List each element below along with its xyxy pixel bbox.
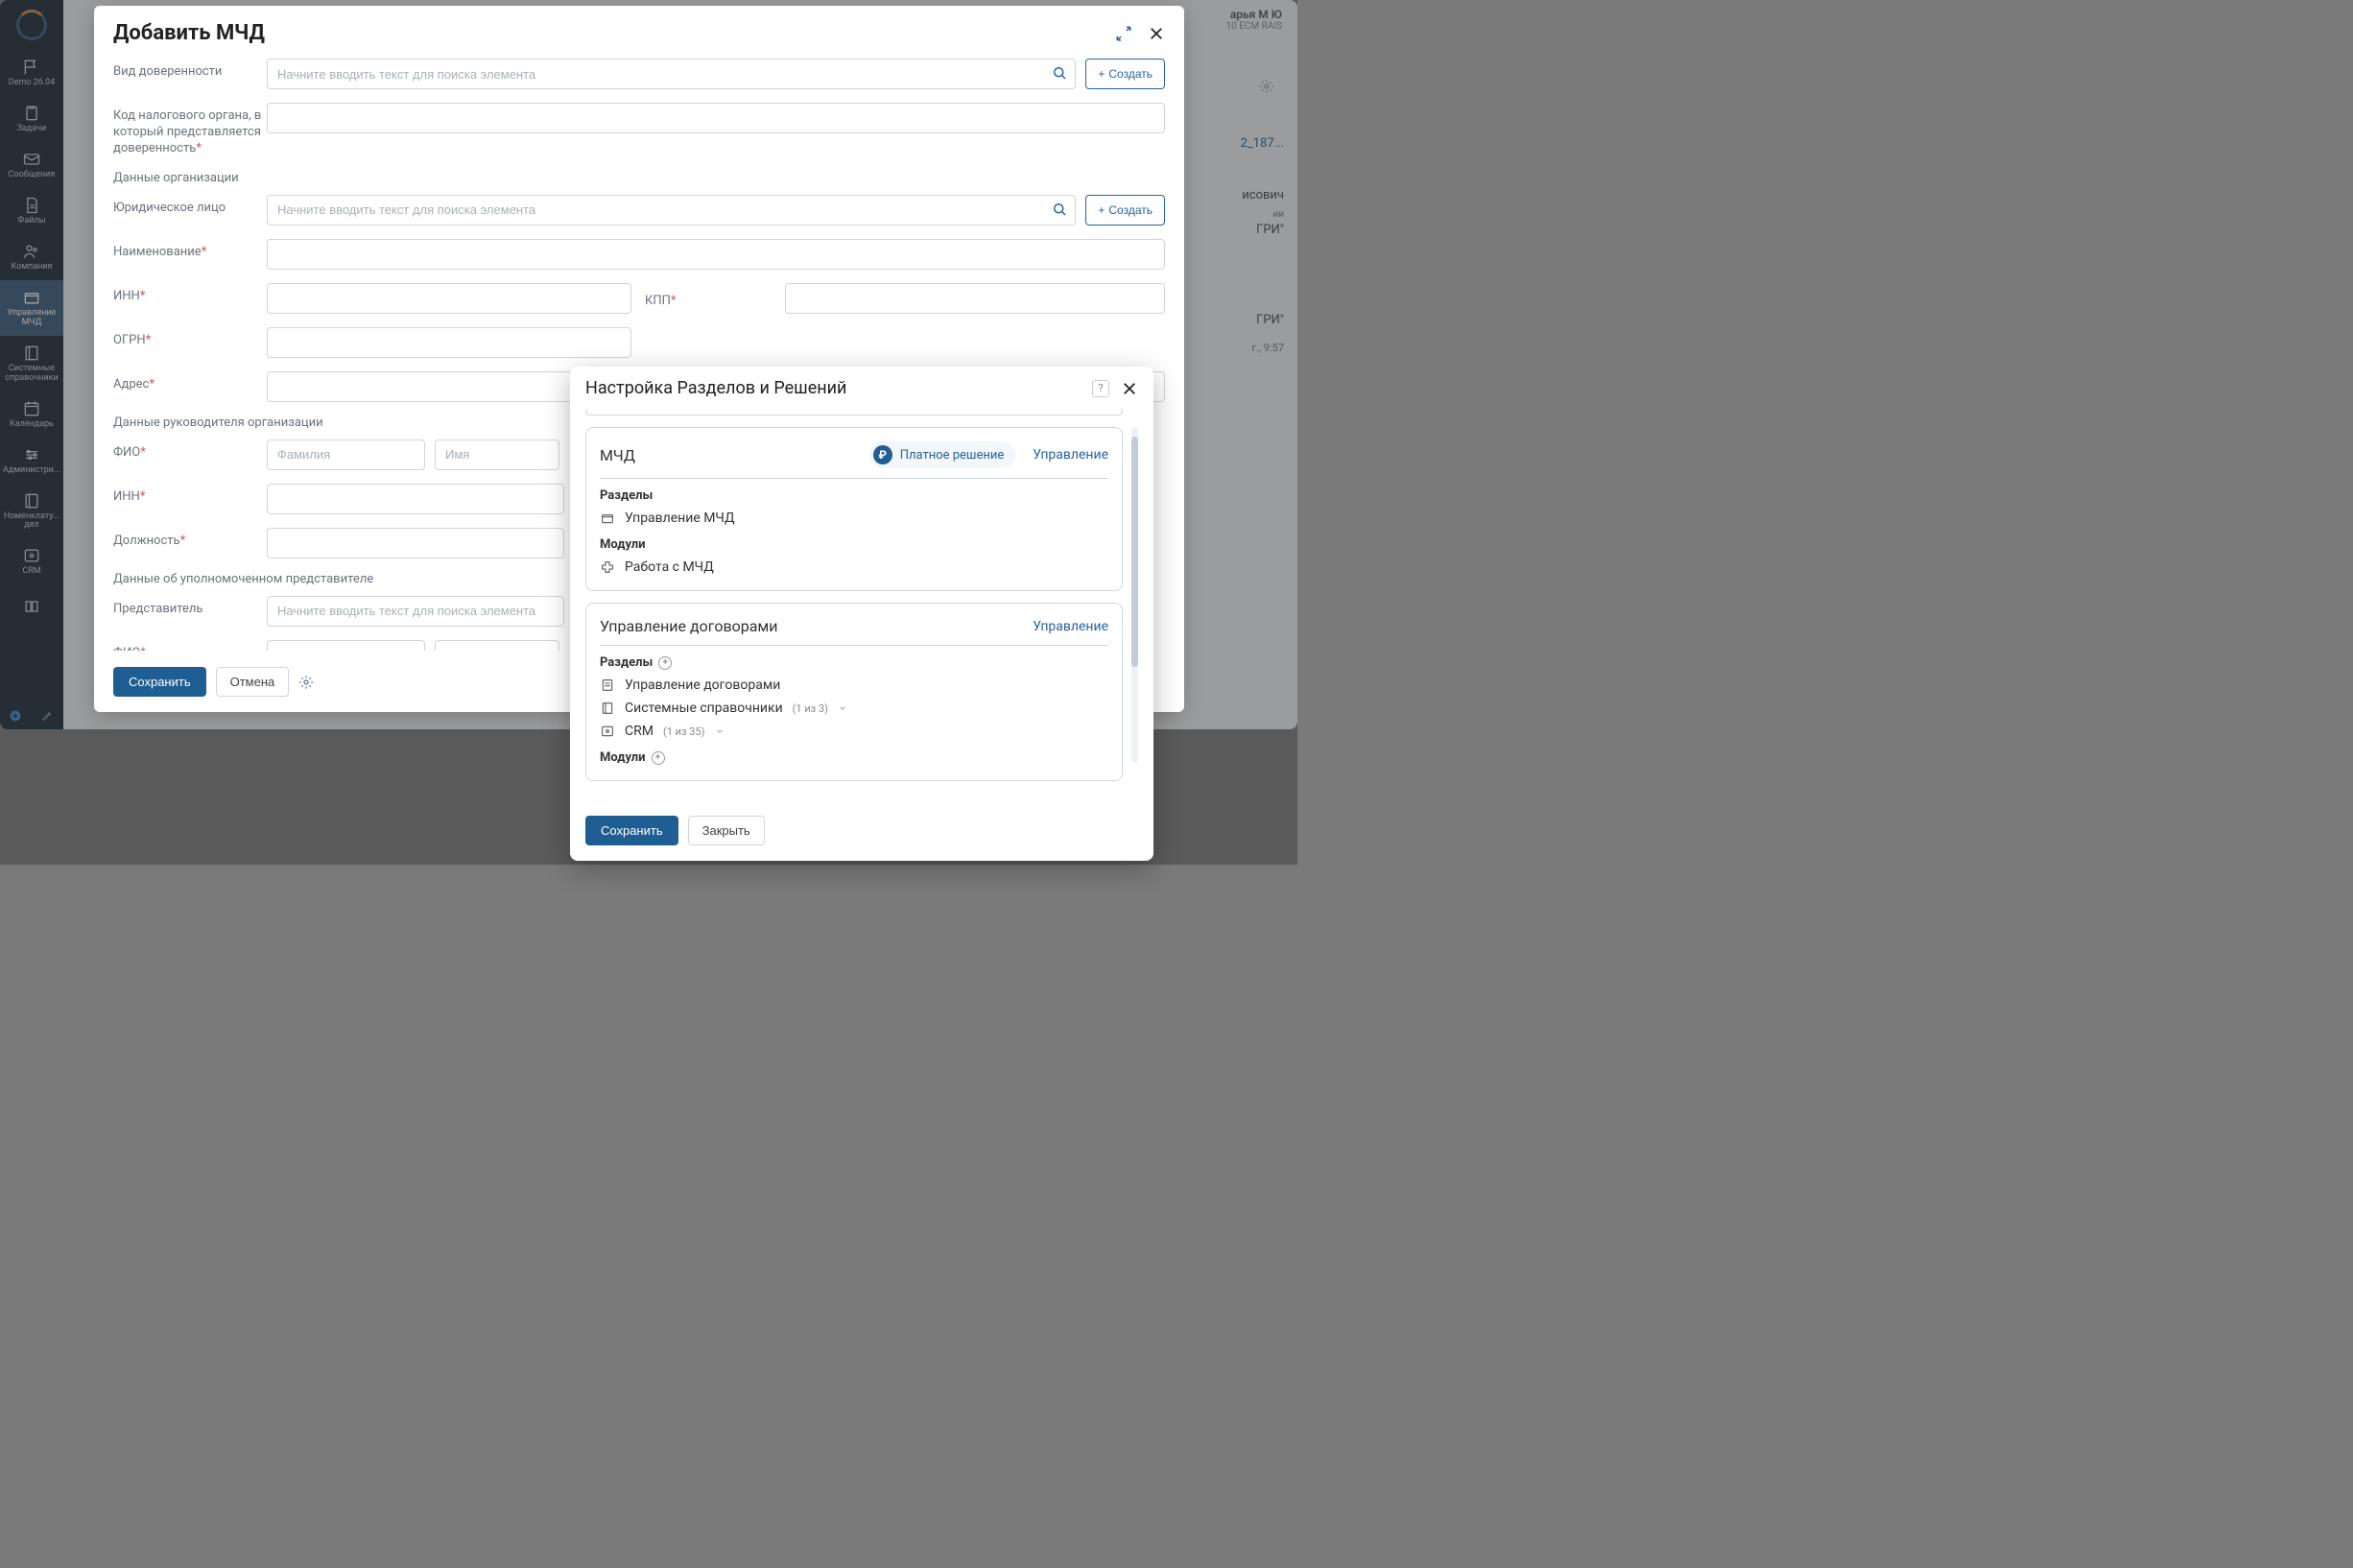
card-mchd: МЧД ₽ Платное решение Управление Разделы… xyxy=(585,427,1123,591)
section-row: Управление договорами xyxy=(600,674,1108,697)
popup-save-button[interactable]: Сохранить xyxy=(585,816,678,845)
section-org: Данные организации xyxy=(113,171,1165,185)
chevron-down-icon[interactable] xyxy=(838,703,847,713)
label-tax-code: Код налогового органа, в который предста… xyxy=(113,103,267,157)
ruble-icon: ₽ xyxy=(873,445,892,464)
search-icon[interactable] xyxy=(1051,201,1068,218)
rep-firstname-input[interactable] xyxy=(435,640,559,651)
close-icon[interactable] xyxy=(1148,25,1165,42)
manage-link[interactable]: Управление xyxy=(1033,447,1108,463)
modal-header: Добавить МЧД xyxy=(94,6,1184,55)
create-type-button[interactable]: + Создать xyxy=(1085,59,1165,89)
legal-entity-input[interactable] xyxy=(267,195,1076,226)
label-rep-fio: ФИО* xyxy=(113,640,267,651)
contract-icon xyxy=(600,677,615,693)
kpp-input[interactable] xyxy=(785,283,1165,314)
label-type: Вид доверенности xyxy=(113,59,267,81)
popup-header: Настройка Разделов и Решений ? xyxy=(570,367,1153,408)
scrollbar-thumb[interactable] xyxy=(1131,437,1138,667)
position-input[interactable] xyxy=(267,528,564,558)
section-row[interactable]: Системные справочники (1 из 3) xyxy=(600,697,1108,720)
tax-code-input[interactable] xyxy=(267,103,1165,133)
manage-link[interactable]: Управление xyxy=(1033,619,1108,634)
module-row: Работа с МЧД xyxy=(600,556,1108,579)
card-title: МЧД xyxy=(600,446,635,464)
lastname-input[interactable] xyxy=(267,440,425,470)
head-inn-input[interactable] xyxy=(267,484,564,514)
inn-input[interactable] xyxy=(267,283,631,314)
section-row[interactable]: CRM (1 из 35) xyxy=(600,720,1108,743)
add-section-icon[interactable]: + xyxy=(658,656,672,670)
settings-gear-icon[interactable] xyxy=(298,675,314,690)
firstname-input[interactable] xyxy=(435,440,559,470)
label-head-inn: ИНН* xyxy=(113,484,267,506)
paid-chip: ₽ Платное решение xyxy=(869,441,1016,468)
search-icon[interactable] xyxy=(1051,64,1068,82)
expand-icon[interactable] xyxy=(1115,25,1132,42)
cancel-button[interactable]: Отмена xyxy=(216,667,290,697)
sections-label: Разделы xyxy=(600,488,1108,503)
scrollbar[interactable] xyxy=(1131,427,1138,763)
type-input[interactable] xyxy=(267,59,1076,89)
book-icon xyxy=(600,701,615,716)
crm-icon xyxy=(600,724,615,739)
popup-title: Настройка Разделов и Решений xyxy=(585,378,846,398)
label-fio: ФИО* xyxy=(113,440,267,462)
popup-footer: Сохранить Закрыть xyxy=(570,802,1153,861)
popup-close-button[interactable]: Закрыть xyxy=(688,816,765,845)
modules-label: Модули + xyxy=(600,750,1108,765)
modal-title: Добавить МЧД xyxy=(113,21,265,45)
label-position: Должность* xyxy=(113,528,267,550)
add-module-icon[interactable]: + xyxy=(652,751,665,765)
ogrn-input[interactable] xyxy=(267,327,631,358)
sections-settings-popup: Настройка Разделов и Решений ? МЧД ₽ Пла… xyxy=(570,367,1153,861)
card-title: Управление договорами xyxy=(600,617,778,635)
save-button[interactable]: Сохранить xyxy=(113,667,206,697)
label-inn: ИНН* xyxy=(113,283,267,305)
section-row: Управление МЧД xyxy=(600,507,1108,530)
label-ogrn: ОГРН* xyxy=(113,327,267,349)
help-icon[interactable]: ? xyxy=(1092,380,1109,397)
box-icon xyxy=(600,511,615,526)
puzzle-icon xyxy=(600,559,615,575)
card-contracts: Управление договорами Управление Разделы… xyxy=(585,603,1123,781)
label-address: Адрес* xyxy=(113,371,267,393)
label-name: Наименование* xyxy=(113,239,267,261)
label-rep: Представитель xyxy=(113,596,267,618)
sections-label: Разделы + xyxy=(600,655,1108,670)
create-legal-button[interactable]: + Создать xyxy=(1085,195,1165,226)
modules-label: Модули xyxy=(600,537,1108,552)
rep-lastname-input[interactable] xyxy=(267,640,425,651)
chevron-down-icon[interactable] xyxy=(715,726,725,736)
popup-body: МЧД ₽ Платное решение Управление Разделы… xyxy=(570,408,1153,802)
label-kpp: КПП* xyxy=(645,288,677,308)
card-prev-edge xyxy=(585,408,1123,416)
label-legal: Юридическое лицо xyxy=(113,195,267,217)
representative-input[interactable] xyxy=(267,596,564,627)
org-name-input[interactable] xyxy=(267,239,1165,270)
close-icon[interactable] xyxy=(1121,380,1138,397)
